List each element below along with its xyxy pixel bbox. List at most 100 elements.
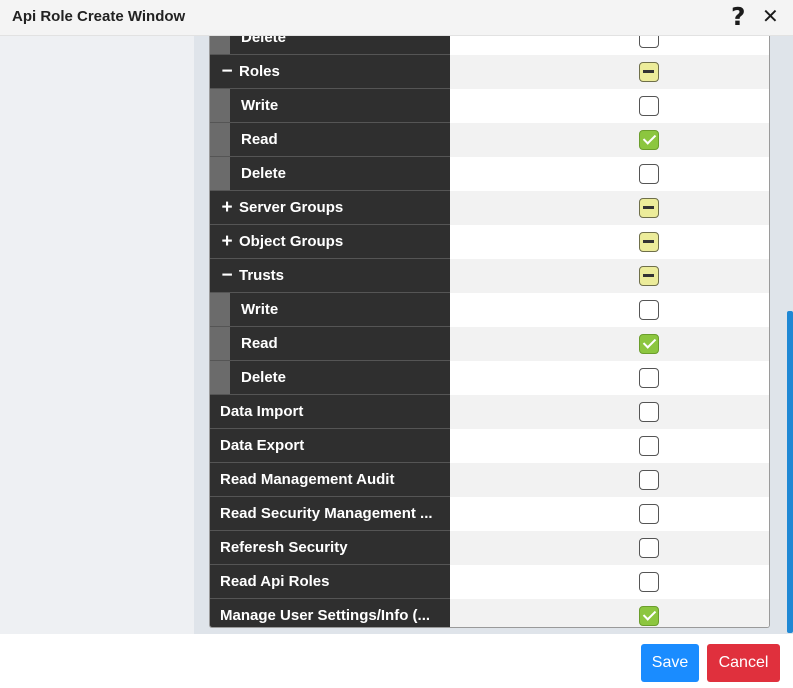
permission-row: − Roles [210, 55, 769, 89]
permission-value-cell [450, 327, 769, 361]
permission-row: Delete [210, 361, 769, 395]
permission-label: Write [241, 301, 279, 318]
permission-value-cell [450, 36, 769, 55]
permission-name-cell: Delete [210, 361, 450, 395]
permission-label: Read [241, 131, 278, 148]
permission-checkbox[interactable] [639, 266, 659, 286]
permission-label: Delete [241, 36, 287, 46]
left-pane [0, 36, 194, 634]
permission-value-cell [450, 55, 769, 89]
expand-icon[interactable]: + [220, 232, 234, 251]
permission-label: Manage User Settings/Info (... [220, 607, 431, 624]
permission-checkbox[interactable] [639, 130, 659, 150]
permission-checkbox[interactable] [639, 164, 659, 184]
permission-checkbox[interactable] [639, 470, 659, 490]
permission-value-cell [450, 123, 769, 157]
permission-value-cell [450, 293, 769, 327]
permission-row: + Server Groups [210, 191, 769, 225]
vertical-scrollbar[interactable] [785, 36, 793, 634]
permission-value-cell [450, 497, 769, 531]
footer: Save Cancel [0, 634, 793, 688]
permission-label: Delete [241, 165, 287, 182]
permission-checkbox[interactable] [639, 300, 659, 320]
permission-name-cell: Read Api Roles [210, 565, 450, 599]
permission-row: Read [210, 327, 769, 361]
permission-value-cell [450, 531, 769, 565]
collapse-icon[interactable]: − [220, 62, 234, 81]
permission-value-cell [450, 89, 769, 123]
permission-checkbox[interactable] [639, 232, 659, 252]
scroll-thumb[interactable] [787, 311, 793, 633]
permission-name-cell[interactable]: − Roles [210, 55, 450, 89]
permission-checkbox[interactable] [639, 504, 659, 524]
permission-checkbox[interactable] [639, 36, 659, 48]
permission-name-cell[interactable]: + Server Groups [210, 191, 450, 225]
permission-checkbox[interactable] [639, 62, 659, 82]
permission-checkbox[interactable] [639, 96, 659, 116]
expand-icon[interactable]: + [220, 198, 234, 217]
permission-row: Delete [210, 157, 769, 191]
permission-row: Read Api Roles [210, 565, 769, 599]
permission-value-cell [450, 599, 769, 627]
permission-checkbox[interactable] [639, 436, 659, 456]
permission-name-cell: Read Security Management ... [210, 497, 450, 531]
permission-name-cell: Referesh Security [210, 531, 450, 565]
permission-row: Write [210, 89, 769, 123]
permission-label: Roles [239, 63, 280, 80]
permission-label: Read Security Management ... [220, 505, 433, 522]
permission-checkbox[interactable] [639, 334, 659, 354]
permission-name-cell: Delete [210, 157, 450, 191]
permission-row: Data Import [210, 395, 769, 429]
permission-row: Read [210, 123, 769, 157]
help-icon[interactable]: ? [731, 2, 746, 32]
permission-label: Data Import [220, 403, 304, 420]
permission-label: Object Groups [239, 233, 344, 250]
permission-checkbox[interactable] [639, 368, 659, 388]
permission-label: Trusts [239, 267, 285, 284]
save-button[interactable]: Save [641, 644, 699, 682]
permission-name-cell: Read [210, 327, 450, 361]
permission-label: Delete [241, 369, 287, 386]
permission-label: Read Management Audit [220, 471, 395, 488]
permission-name-cell: Write [210, 89, 450, 123]
close-icon[interactable]: ✕ [762, 4, 779, 28]
collapse-icon[interactable]: − [220, 266, 234, 285]
permission-row: Write [210, 293, 769, 327]
permission-name-cell: Delete [210, 36, 450, 55]
permission-row: Read Management Audit [210, 463, 769, 497]
permission-row: Delete [210, 36, 769, 55]
permission-label: Read [241, 335, 278, 352]
permission-label: Server Groups [239, 199, 344, 216]
permissions-grid: Delete − Roles Write Read Delete + Server Group… [209, 36, 770, 628]
permission-checkbox[interactable] [639, 538, 659, 558]
permission-row: Manage User Settings/Info (... [210, 599, 769, 627]
permission-name-cell: Read Management Audit [210, 463, 450, 497]
permission-value-cell [450, 191, 769, 225]
permission-label: Read Api Roles [220, 573, 330, 590]
permission-checkbox[interactable] [639, 572, 659, 592]
permission-name-cell: Data Export [210, 429, 450, 463]
permission-name-cell[interactable]: − Trusts [210, 259, 450, 293]
permission-row: Read Security Management ... [210, 497, 769, 531]
permission-value-cell [450, 463, 769, 497]
permission-row: − Trusts [210, 259, 769, 293]
permission-value-cell [450, 361, 769, 395]
permission-row: + Object Groups [210, 225, 769, 259]
cancel-button[interactable]: Cancel [707, 644, 780, 682]
permission-checkbox[interactable] [639, 606, 659, 626]
permission-name-cell: Read [210, 123, 450, 157]
window-title: Api Role Create Window [12, 8, 186, 25]
permissions-rows: Delete − Roles Write Read Delete + Server Group… [210, 36, 769, 627]
permission-checkbox[interactable] [639, 402, 659, 422]
permission-value-cell [450, 429, 769, 463]
permission-label: Referesh Security [220, 539, 348, 556]
permission-name-cell[interactable]: + Object Groups [210, 225, 450, 259]
permission-value-cell [450, 259, 769, 293]
permission-name-cell: Data Import [210, 395, 450, 429]
permission-row: Data Export [210, 429, 769, 463]
permission-value-cell [450, 157, 769, 191]
permission-value-cell [450, 565, 769, 599]
permission-value-cell [450, 225, 769, 259]
permission-row: Referesh Security [210, 531, 769, 565]
permission-checkbox[interactable] [639, 198, 659, 218]
